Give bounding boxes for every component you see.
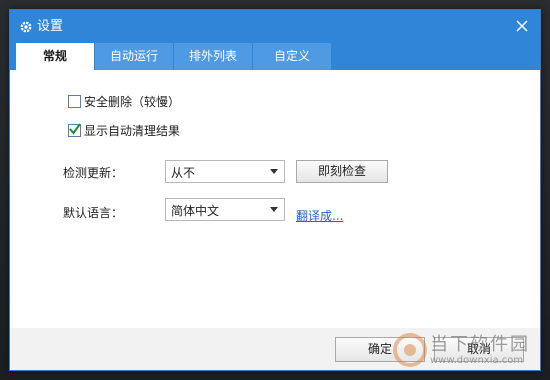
show-results-label: 显示自动清理结果 — [84, 123, 181, 138]
update-check-label: 检测更新： — [63, 166, 124, 180]
window-title: 设置 — [37, 19, 64, 34]
update-frequency-select[interactable]: 从不 — [165, 160, 285, 183]
language-label: 默认语言： — [63, 206, 124, 220]
safe-delete-label: 安全删除（较慢） — [84, 94, 181, 109]
tab-custom[interactable]: 自定义 — [253, 43, 331, 70]
title-bar: 设置 常规 自动运行 排外列表 自定义 — [10, 10, 540, 71]
tab-autorun[interactable]: 自动运行 — [95, 43, 173, 70]
translate-link[interactable]: 翻译成... — [296, 207, 343, 224]
tab-general[interactable]: 常规 — [16, 43, 94, 71]
tab-exclusion-list[interactable]: 排外列表 — [174, 43, 252, 70]
show-results-option[interactable]: 显示自动清理结果 — [68, 122, 180, 138]
tab-bar: 常规 自动运行 排外列表 自定义 — [16, 43, 332, 71]
close-icon[interactable] — [514, 18, 530, 34]
safe-delete-checkbox[interactable] — [68, 94, 81, 108]
checkmark-icon — [69, 122, 81, 135]
language-value: 简体中文 — [171, 204, 220, 218]
chevron-down-icon — [270, 169, 278, 174]
settings-dialog: 设置 常规 自动运行 排外列表 自定义 安全删除（较慢） 显示自动清理结果 检测… — [10, 10, 540, 370]
chevron-down-icon — [270, 207, 278, 212]
show-results-checkbox[interactable] — [68, 122, 81, 137]
watermark-name: 当下软件园 — [430, 334, 530, 355]
update-frequency-value: 从不 — [171, 166, 196, 180]
watermark-url: www.downxia.com — [430, 355, 524, 366]
check-now-button[interactable]: 即刻检查 — [296, 160, 388, 183]
language-select[interactable]: 简体中文 — [165, 198, 285, 221]
watermark-logo-icon — [393, 333, 427, 367]
gear-icon — [20, 21, 32, 33]
safe-delete-option[interactable]: 安全删除（较慢） — [68, 93, 180, 109]
